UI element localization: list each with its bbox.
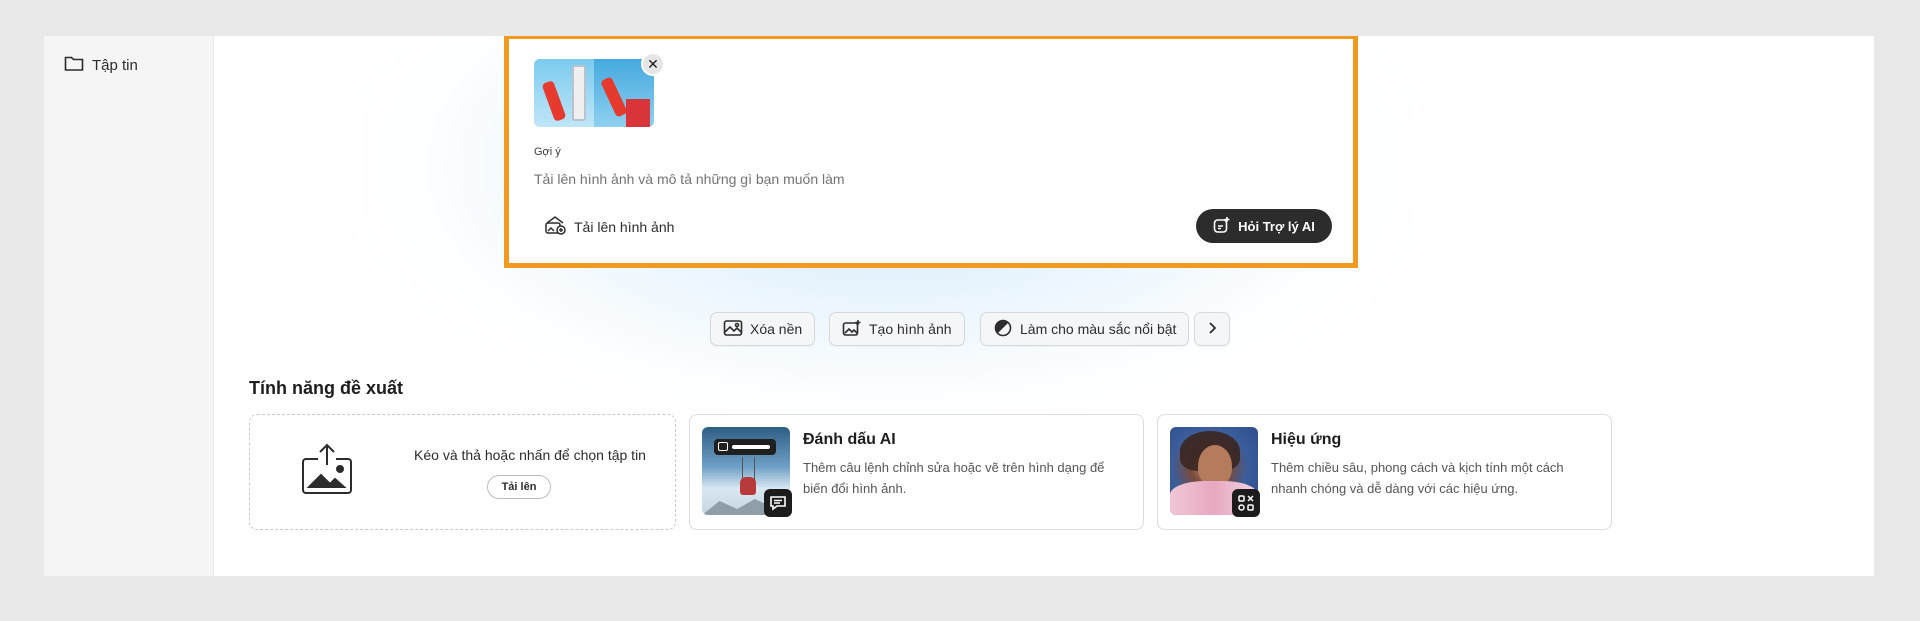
chip-remove-background[interactable]: Xóa nền — [710, 312, 816, 346]
upload-image-label: Tải lên hình ảnh — [574, 218, 675, 235]
chip-generate-image[interactable]: Tạo hình ảnh — [829, 312, 965, 346]
prompt-label: Gợi ý — [534, 146, 561, 158]
quick-actions: Xóa nền Tạo hình ảnh Làm cho màu sắc nổi… — [214, 312, 1874, 348]
chips-next-button[interactable] — [1194, 312, 1230, 346]
remove-image-button[interactable]: ✕ — [641, 52, 665, 76]
color-contrast-icon — [993, 319, 1013, 340]
remove-background-icon — [723, 319, 743, 340]
close-icon: ✕ — [647, 55, 659, 72]
generate-image-icon — [842, 319, 862, 340]
chip-enhance-color[interactable]: Làm cho màu sắc nổi bật — [980, 312, 1190, 346]
ai-assistant-icon — [1213, 216, 1231, 237]
ask-ai-label: Hỏi Trợ lý AI — [1238, 218, 1315, 234]
uploaded-image-thumbnail[interactable] — [534, 59, 654, 127]
section-title: Tính năng đề xuất — [249, 378, 404, 398]
effects-grid-icon — [1232, 489, 1260, 517]
feature-description: Thêm câu lệnh chỉnh sửa hoặc vẽ trên hìn… — [803, 460, 1105, 496]
sidebar-item-files[interactable]: Tập tin — [64, 54, 138, 76]
prompt-input[interactable] — [534, 169, 1314, 189]
upload-file-icon — [300, 441, 354, 497]
feature-card-effects[interactable]: Hiệu ứng Thêm chiều sâu, phong cách và k… — [1157, 414, 1612, 530]
main-content: ✕ Gợi ý Tải lên hình ảnh và mô tả những … — [214, 36, 1874, 576]
upload-image-button[interactable]: Tải lên hình ảnh — [544, 215, 674, 238]
upload-instructions: Kéo và thả hoặc nhấn để chọn tập tin — [414, 447, 646, 463]
feature-title: Hiệu ứng — [1271, 431, 1342, 448]
sidebar-item-label: Tập tin — [92, 56, 138, 74]
app-window: Tập tin ✕ Gợi ý Tải lên hình ảnh và mô t… — [44, 36, 1874, 576]
ask-ai-assistant-button[interactable]: Hỏi Trợ lý AI — [1196, 209, 1332, 243]
chat-bubble-icon — [764, 489, 792, 517]
folder-icon — [64, 54, 84, 76]
sidebar: Tập tin — [44, 36, 214, 576]
feature-title: Đánh dấu AI — [803, 431, 896, 448]
upload-image-icon — [544, 215, 566, 238]
chevron-right-icon — [1202, 319, 1222, 340]
upload-button[interactable]: Tải lên — [487, 475, 551, 499]
prompt-card: ✕ Gợi ý Tải lên hình ảnh và mô tả những … — [504, 36, 1358, 268]
upload-card[interactable]: Kéo và thả hoặc nhấn để chọn tập tin Tải… — [249, 414, 676, 530]
feature-card-ai-markup[interactable]: Đánh dấu AI Thêm câu lệnh chỉnh sửa hoặc… — [689, 414, 1144, 530]
feature-description: Thêm chiều sâu, phong cách và kịch tính … — [1271, 460, 1564, 496]
